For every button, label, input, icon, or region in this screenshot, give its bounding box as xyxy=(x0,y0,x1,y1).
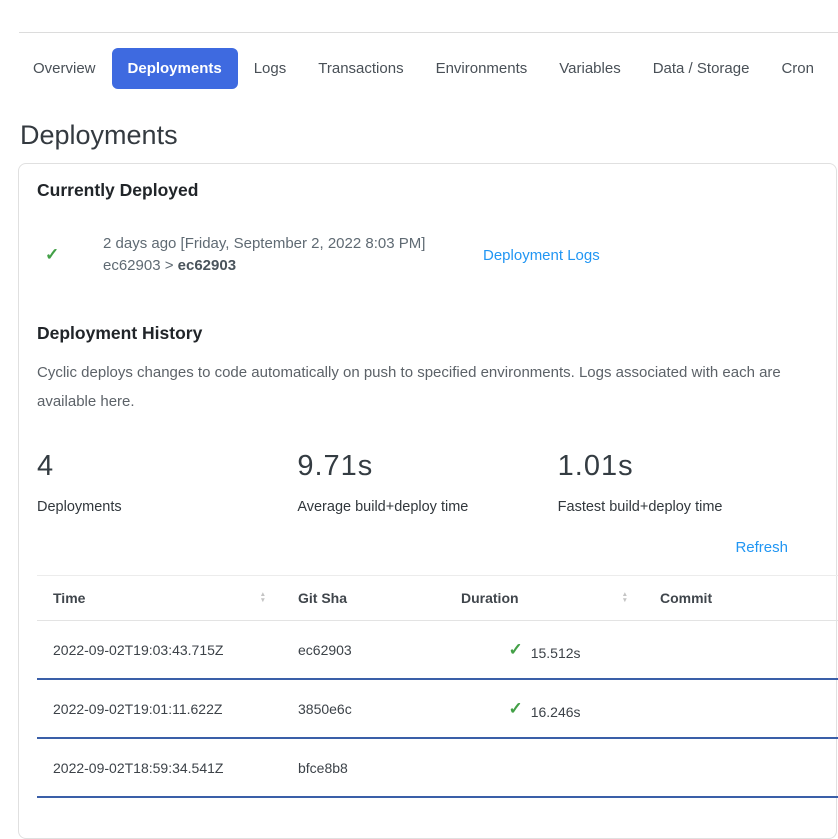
deploy-sha-prefix: ec62903 > xyxy=(103,257,178,274)
header-divider xyxy=(19,32,838,33)
stat-label: Average build+deploy time xyxy=(297,499,557,515)
currently-deployed-heading: Currently Deployed xyxy=(37,180,818,201)
column-header-actions xyxy=(831,576,838,621)
deploy-time-text: 2 days ago [Friday, September 2, 2022 8:… xyxy=(103,233,483,255)
cell-commit xyxy=(644,679,831,738)
cell-actions: >_ xyxy=(831,738,838,797)
sort-icon[interactable]: ▲▼ xyxy=(260,592,266,604)
deploy-status-column: ✓ xyxy=(37,245,103,265)
stat-label: Fastest build+deploy time xyxy=(558,499,818,515)
cell-git-sha: 3850e6c xyxy=(282,679,445,738)
check-icon: ✓ xyxy=(508,640,522,660)
deployment-history-heading: Deployment History xyxy=(37,323,818,344)
cell-commit xyxy=(644,738,831,797)
tab-cron[interactable]: Cron xyxy=(765,48,830,89)
tab-overview[interactable]: Overview xyxy=(17,48,112,89)
refresh-link[interactable]: Refresh xyxy=(735,539,788,556)
cell-commit xyxy=(644,621,831,680)
check-icon: ✓ xyxy=(508,699,522,719)
cell-actions: >_ xyxy=(831,679,838,738)
cell-git-sha: ec62903 xyxy=(282,621,445,680)
currently-deployed-row: ✓ 2 days ago [Friday, September 2, 2022 … xyxy=(37,233,818,277)
cell-time: 2022-09-02T18:59:34.541Z xyxy=(37,738,282,797)
cell-duration: ✓ 16.246s xyxy=(445,679,644,738)
cell-time: 2022-09-02T19:01:11.622Z xyxy=(37,679,282,738)
tab-deployments[interactable]: Deployments xyxy=(112,48,238,89)
deployment-logs-link[interactable]: Deployment Logs xyxy=(483,247,600,264)
stat-value: 1.01s xyxy=(558,450,818,483)
deploy-sha-current: ec62903 xyxy=(178,257,236,274)
stats-row: 4 Deployments 9.71s Average build+deploy… xyxy=(37,450,818,515)
column-header-time[interactable]: Time▲▼ xyxy=(37,576,282,621)
check-icon: ✓ xyxy=(45,245,59,264)
table-row: 2022-09-02T18:59:34.541Zbfce8b8 >_ xyxy=(37,738,838,797)
cell-git-sha: bfce8b8 xyxy=(282,738,445,797)
tab-variables[interactable]: Variables xyxy=(543,48,636,89)
stat-deployments: 4 Deployments xyxy=(37,450,297,515)
stat-value: 9.71s xyxy=(297,450,557,483)
table-body: 2022-09-02T19:03:43.715Zec62903 ✓ 15.512s >… xyxy=(37,621,838,798)
deploy-sha-text: ec62903 > ec62903 xyxy=(103,255,483,277)
cell-duration xyxy=(445,738,644,797)
duration-value: 16.246s xyxy=(531,704,581,720)
stat-value: 4 xyxy=(37,450,297,483)
sort-icon[interactable]: ▲▼ xyxy=(622,592,628,604)
deployments-card: Currently Deployed ✓ 2 days ago [Friday,… xyxy=(18,163,837,839)
tab-bar: OverviewDeploymentsLogsTransactionsEnvir… xyxy=(0,48,838,89)
table-header: Time▲▼Git ShaDuration▲▼Commit xyxy=(37,576,838,621)
stat-average-time: 9.71s Average build+deploy time xyxy=(297,450,557,515)
deploy-info: 2 days ago [Friday, September 2, 2022 8:… xyxy=(103,233,483,277)
stat-fastest-time: 1.01s Fastest build+deploy time xyxy=(558,450,818,515)
cell-duration: ✓ 15.512s xyxy=(445,621,644,680)
stat-label: Deployments xyxy=(37,499,297,515)
cell-actions: >_↻ xyxy=(831,621,838,680)
tab-data-storage[interactable]: Data / Storage xyxy=(637,48,766,89)
page-title: Deployments xyxy=(20,119,838,151)
deployment-history-description: Cyclic deploys changes to code automatic… xyxy=(37,358,818,416)
table-row: 2022-09-02T19:03:43.715Zec62903 ✓ 15.512s >… xyxy=(37,621,838,680)
tab-transactions[interactable]: Transactions xyxy=(302,48,419,89)
column-header-git-sha: Git Sha xyxy=(282,576,445,621)
table-row: 2022-09-02T19:01:11.622Z3850e6c ✓ 16.246s >… xyxy=(37,679,838,738)
deployment-history-table: Time▲▼Git ShaDuration▲▼Commit 2022-09-02… xyxy=(37,575,838,798)
tab-environments[interactable]: Environments xyxy=(420,48,544,89)
tab-logs[interactable]: Logs xyxy=(238,48,303,89)
refresh-row: Refresh xyxy=(37,539,818,557)
cell-time: 2022-09-02T19:03:43.715Z xyxy=(37,621,282,680)
duration-value: 15.512s xyxy=(531,645,581,661)
column-header-duration[interactable]: Duration▲▼ xyxy=(445,576,644,621)
column-header-commit: Commit xyxy=(644,576,831,621)
